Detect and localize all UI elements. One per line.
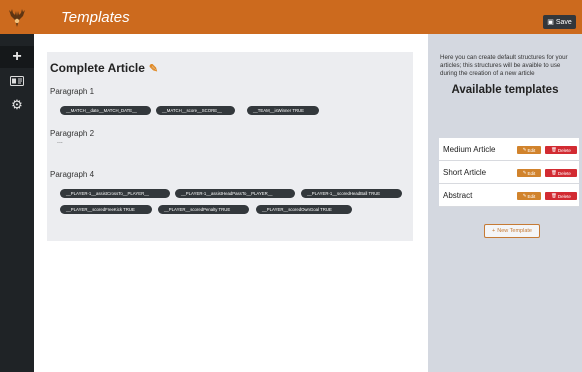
edit-label: Edit [527, 147, 536, 153]
pencil-icon: ✎ [522, 193, 527, 198]
paragraph-title: Paragraph 4 [50, 170, 95, 179]
deer-antlers-logo-icon [9, 9, 25, 27]
tag-chip[interactable]: __MATCH__date__MATCH_DATE__ [60, 106, 151, 115]
trash-icon: 🗑 [551, 170, 557, 175]
delete-label: Delete [557, 147, 571, 153]
pencil-icon: ✎ [522, 147, 527, 152]
tag-chip[interactable]: __PLAYER-1__assistHeadPassTo__PLAYER__ [175, 189, 295, 198]
pencil-icon: ✎ [522, 170, 527, 175]
template-row[interactable]: Abstract ✎ Edit 🗑 Delete [439, 184, 579, 207]
edit-pencil-icon[interactable]: ✎ [149, 62, 158, 75]
new-template-label: New Template [497, 228, 532, 234]
tag-chip[interactable]: __PLAYER-1__assistCrossTo__PLAYER__ [60, 189, 170, 198]
template-row[interactable]: Short Article ✎ Edit 🗑 Delete [439, 161, 579, 184]
top-bar: Templates ▣ Save [34, 0, 582, 34]
delete-button[interactable]: 🗑 Delete [545, 169, 577, 177]
id-card-svg [10, 76, 24, 86]
edit-label: Edit [527, 193, 536, 199]
id-card-icon[interactable] [0, 70, 34, 92]
plus-icon: + [492, 228, 496, 234]
delete-button[interactable]: 🗑 Delete [545, 192, 577, 200]
tag-chip[interactable]: __MATCH__score__SCORE__ [156, 106, 235, 115]
available-templates-heading: Available templates [451, 84, 559, 96]
tag-chip[interactable]: __PLAYER__scoredPenalty TRUE [158, 205, 249, 214]
tag-chip[interactable]: __TEAM__isWinner TRUE [247, 106, 319, 115]
template-name: Medium Article [443, 145, 496, 154]
app-logo[interactable] [0, 0, 34, 34]
page-title: Templates [61, 9, 130, 26]
article-card: Complete Article ✎ Paragraph 1 __MATCH__… [47, 52, 413, 241]
tag-chip[interactable]: __PLAYER__scoredOwnGoal TRUE [256, 205, 352, 214]
edit-button[interactable]: ✎ Edit [517, 169, 541, 177]
edit-button[interactable]: ✎ Edit [517, 192, 541, 200]
paragraph-title: Paragraph 2 [50, 129, 95, 138]
floppy-disk-icon: ▣ [547, 19, 554, 26]
trash-icon: 🗑 [551, 147, 557, 152]
main-content: Complete Article ✎ Paragraph 1 __MATCH__… [34, 34, 428, 372]
template-name: Abstract [443, 191, 473, 200]
paragraph-body: ... [57, 138, 63, 145]
edit-label: Edit [527, 170, 536, 176]
delete-label: Delete [557, 170, 571, 176]
panel-description: Here you can create default structures f… [440, 54, 568, 77]
paragraph-title: Paragraph 1 [50, 87, 95, 96]
template-row[interactable]: Medium Article ✎ Edit 🗑 Delete [439, 138, 579, 161]
template-name: Short Article [443, 168, 487, 177]
new-template-button[interactable]: + New Template [484, 224, 540, 238]
trash-icon: 🗑 [551, 193, 557, 198]
delete-button[interactable]: 🗑 Delete [545, 146, 577, 154]
article-title: Complete Article ✎ [50, 61, 158, 75]
sidebar: + ⚙ [0, 0, 34, 372]
tag-chip[interactable]: __PLAYER__scoredFreeKick TRUE [60, 205, 152, 214]
save-button[interactable]: ▣ Save [543, 15, 576, 29]
tag-chip[interactable]: __PLAYER-1__scoredHeadBall TRUE [301, 189, 402, 198]
edit-button[interactable]: ✎ Edit [517, 146, 541, 154]
delete-label: Delete [557, 193, 571, 199]
article-title-text: Complete Article [50, 61, 145, 75]
templates-panel: Here you can create default structures f… [428, 34, 582, 372]
settings-gear-icon[interactable]: ⚙ [0, 94, 34, 116]
add-icon[interactable]: + [0, 46, 34, 68]
save-label: Save [555, 18, 572, 26]
